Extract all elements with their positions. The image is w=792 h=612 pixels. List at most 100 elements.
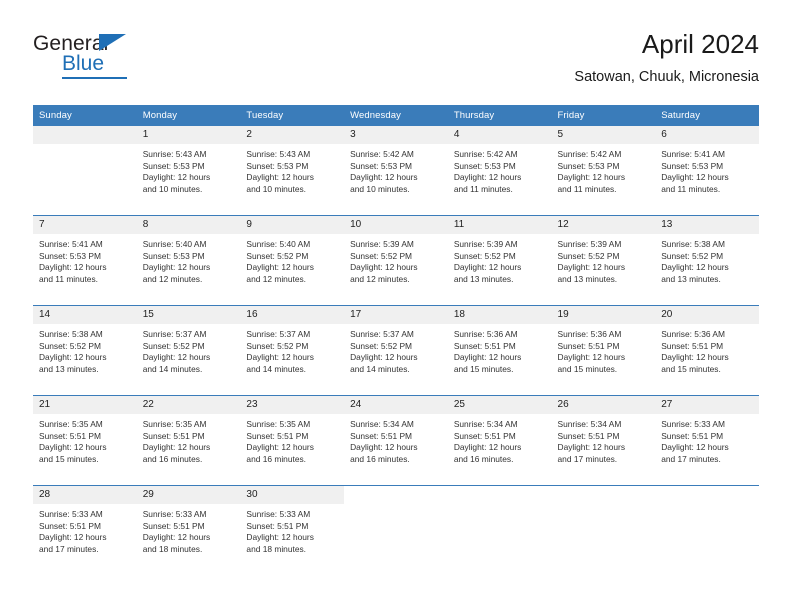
sunrise-text: Sunrise: 5:39 AM	[350, 239, 414, 249]
calendar-day-cell[interactable]: 18 Sunrise: 5:36 AM Sunset: 5:51 PM Dayligh…	[447, 306, 552, 395]
daylight-text-line1: Daylight: 12 hours	[453, 442, 522, 453]
calendar-day-cell[interactable]: 3 Sunrise: 5:42 AM Sunset: 5:53 PM Daylight…	[344, 126, 448, 215]
sunset-text: Sunset: 5:52 PM	[39, 340, 101, 351]
day-sun-info: Sunrise: 5:35 AM Sunset: 5:51 PM Daylight:…	[240, 414, 344, 465]
day-number	[655, 486, 759, 504]
calendar-day-cell[interactable]: 28 Sunrise: 5:33 AM Sunset: 5:51 PM Dayligh…	[33, 486, 137, 575]
day-sun-info: Sunrise: 5:39 AM Sunset: 5:52 PM Daylight:…	[448, 234, 552, 285]
sunset-text: Sunset: 5:53 PM	[39, 250, 101, 261]
calendar-day-cell[interactable]: 8 Sunrise: 5:40 AM Sunset: 5:53 PM Daylight…	[136, 216, 241, 305]
calendar-cell-empty	[33, 126, 137, 215]
sunset-text: Sunset: 5:51 PM	[557, 340, 620, 351]
sunrise-text: Sunrise: 5:33 AM	[246, 509, 311, 519]
calendar-cell-empty	[552, 486, 656, 575]
daylight-text-line2: and 15 minutes.	[453, 363, 514, 374]
calendar-day-cell[interactable]: 24 Sunrise: 5:34 AM Sunset: 5:51 PM Dayligh…	[344, 396, 448, 485]
daylight-text-line1: Daylight: 12 hours	[39, 352, 107, 363]
day-sun-info: Sunrise: 5:35 AM Sunset: 5:51 PM Daylight:…	[33, 414, 137, 465]
calendar-day-cell[interactable]: 27 Sunrise: 5:33 AM Sunset: 5:51 PM Dayligh…	[655, 396, 759, 485]
calendar-day-cell[interactable]: 4 Sunrise: 5:42 AM Sunset: 5:53 PM Daylight…	[447, 126, 552, 215]
calendar-day-cell[interactable]: 14 Sunrise: 5:38 AM Sunset: 5:52 PM Dayligh…	[33, 306, 137, 395]
calendar-day-cell[interactable]: 20 Sunrise: 5:36 AM Sunset: 5:51 PM Dayligh…	[655, 306, 759, 395]
calendar-day-cell[interactable]: 11 Sunrise: 5:39 AM Sunset: 5:52 PM Dayligh…	[447, 216, 552, 305]
day-number: 13	[655, 216, 759, 234]
calendar-day-cell[interactable]: 13 Sunrise: 5:38 AM Sunset: 5:52 PM Dayligh…	[655, 216, 759, 305]
day-number: 11	[447, 216, 552, 234]
page-header: General Blue April 2024 Satowan, Chuuk, …	[33, 28, 759, 94]
sunset-text: Sunset: 5:53 PM	[661, 160, 724, 171]
calendar-day-cell[interactable]: 7 Sunrise: 5:41 AM Sunset: 5:53 PM Daylight…	[33, 216, 137, 305]
day-number: 9	[240, 216, 345, 234]
daylight-text-line2: and 16 minutes.	[350, 453, 410, 464]
logo-text-blue: Blue	[62, 52, 105, 75]
calendar-day-cell[interactable]: 29 Sunrise: 5:33 AM Sunset: 5:51 PM Dayligh…	[136, 486, 241, 575]
sunset-text: Sunset: 5:52 PM	[350, 250, 413, 261]
calendar-day-cell[interactable]: 25 Sunrise: 5:34 AM Sunset: 5:51 PM Dayligh…	[447, 396, 552, 485]
day-sun-info: Sunrise: 5:40 AM Sunset: 5:53 PM Daylight:…	[137, 234, 241, 285]
sunrise-text: Sunrise: 5:34 AM	[350, 419, 414, 429]
sunset-text: Sunset: 5:51 PM	[142, 430, 205, 441]
daylight-text-line2: and 14 minutes.	[246, 363, 307, 374]
sunset-text: Sunset: 5:52 PM	[246, 250, 309, 261]
sunset-text: Sunset: 5:51 PM	[453, 340, 516, 351]
sunrise-text: Sunrise: 5:34 AM	[453, 419, 518, 429]
daylight-text-line2: and 11 minutes.	[557, 183, 617, 194]
daylight-text-line2: and 17 minutes.	[557, 453, 618, 464]
sunrise-text: Sunrise: 5:38 AM	[39, 329, 103, 339]
daylight-text-line2: and 17 minutes.	[39, 543, 99, 554]
calendar-day-cell[interactable]: 12 Sunrise: 5:39 AM Sunset: 5:52 PM Dayligh…	[551, 216, 656, 305]
day-number: 30	[240, 486, 345, 504]
calendar-body: 1 Sunrise: 5:43 AM Sunset: 5:53 PM Daylight…	[33, 126, 759, 575]
daylight-text-line2: and 13 minutes.	[39, 363, 99, 374]
daylight-text-line1: Daylight: 12 hours	[557, 172, 626, 183]
calendar-day-cell[interactable]: 26 Sunrise: 5:34 AM Sunset: 5:51 PM Dayligh…	[551, 396, 656, 485]
daylight-text-line2: and 16 minutes.	[246, 453, 307, 464]
calendar-day-cell[interactable]: 17 Sunrise: 5:37 AM Sunset: 5:52 PM Dayligh…	[344, 306, 448, 395]
daylight-text-line2: and 10 minutes.	[246, 183, 307, 194]
sunset-text: Sunset: 5:51 PM	[39, 430, 101, 441]
sunrise-text: Sunrise: 5:37 AM	[246, 329, 311, 339]
sunrise-text: Sunrise: 5:38 AM	[661, 239, 725, 249]
calendar-day-cell[interactable]: 30 Sunrise: 5:33 AM Sunset: 5:51 PM Dayligh…	[240, 486, 345, 575]
day-sun-info: Sunrise: 5:34 AM Sunset: 5:51 PM Daylight:…	[344, 414, 448, 465]
daylight-text-line1: Daylight: 12 hours	[142, 172, 211, 183]
day-sun-info: Sunrise: 5:34 AM Sunset: 5:51 PM Daylight:…	[552, 414, 656, 465]
sunset-text: Sunset: 5:52 PM	[557, 250, 620, 261]
calendar-week-row: 14 Sunrise: 5:38 AM Sunset: 5:52 PM Dayligh…	[33, 305, 759, 396]
day-sun-info: Sunrise: 5:42 AM Sunset: 5:53 PM Daylight:…	[552, 144, 656, 195]
daylight-text-line2: and 10 minutes.	[350, 183, 410, 194]
calendar-day-cell[interactable]: 19 Sunrise: 5:36 AM Sunset: 5:51 PM Dayligh…	[551, 306, 656, 395]
logo-underline	[62, 77, 127, 79]
calendar-day-cell[interactable]: 6 Sunrise: 5:41 AM Sunset: 5:53 PM Daylight…	[655, 126, 759, 215]
calendar-day-cell[interactable]: 2 Sunrise: 5:43 AM Sunset: 5:53 PM Daylight…	[240, 126, 345, 215]
calendar-day-cell[interactable]: 21 Sunrise: 5:35 AM Sunset: 5:51 PM Dayligh…	[33, 396, 137, 485]
calendar-day-cell[interactable]: 23 Sunrise: 5:35 AM Sunset: 5:51 PM Dayligh…	[240, 396, 345, 485]
calendar-day-cell[interactable]: 10 Sunrise: 5:39 AM Sunset: 5:52 PM Dayligh…	[344, 216, 448, 305]
sunset-text: Sunset: 5:51 PM	[350, 430, 413, 441]
calendar-day-cell[interactable]: 5 Sunrise: 5:42 AM Sunset: 5:53 PM Daylight…	[551, 126, 656, 215]
day-sun-info: Sunrise: 5:39 AM Sunset: 5:52 PM Daylight:…	[344, 234, 448, 285]
day-number: 15	[136, 306, 241, 324]
calendar-day-cell[interactable]: 15 Sunrise: 5:37 AM Sunset: 5:52 PM Dayligh…	[136, 306, 241, 395]
daylight-text-line2: and 15 minutes.	[661, 363, 721, 374]
general-blue-logo[interactable]: General Blue	[33, 32, 213, 88]
calendar-day-cell[interactable]: 9 Sunrise: 5:40 AM Sunset: 5:52 PM Daylight…	[240, 216, 345, 305]
day-number: 7	[33, 216, 137, 234]
calendar-week-row: 1 Sunrise: 5:43 AM Sunset: 5:53 PM Daylight…	[33, 126, 759, 216]
sunrise-text: Sunrise: 5:33 AM	[142, 509, 207, 519]
sunrise-text: Sunrise: 5:43 AM	[142, 149, 207, 159]
day-number: 20	[655, 306, 759, 324]
calendar-day-cell[interactable]: 1 Sunrise: 5:43 AM Sunset: 5:53 PM Daylight…	[136, 126, 241, 215]
daylight-text-line2: and 11 minutes.	[661, 183, 721, 194]
day-sun-info: Sunrise: 5:40 AM Sunset: 5:52 PM Daylight:…	[240, 234, 344, 285]
calendar-day-cell[interactable]: 22 Sunrise: 5:35 AM Sunset: 5:51 PM Dayligh…	[136, 396, 241, 485]
day-number: 22	[136, 396, 241, 414]
day-number: 5	[551, 126, 656, 144]
calendar-day-cell[interactable]: 16 Sunrise: 5:37 AM Sunset: 5:52 PM Dayligh…	[240, 306, 345, 395]
sunrise-text: Sunrise: 5:43 AM	[246, 149, 311, 159]
daylight-text-line1: Daylight: 12 hours	[350, 352, 418, 363]
sunrise-text: Sunrise: 5:41 AM	[661, 149, 725, 159]
daylight-text-line1: Daylight: 12 hours	[142, 352, 211, 363]
sunset-text: Sunset: 5:51 PM	[246, 520, 309, 531]
day-number: 8	[136, 216, 241, 234]
